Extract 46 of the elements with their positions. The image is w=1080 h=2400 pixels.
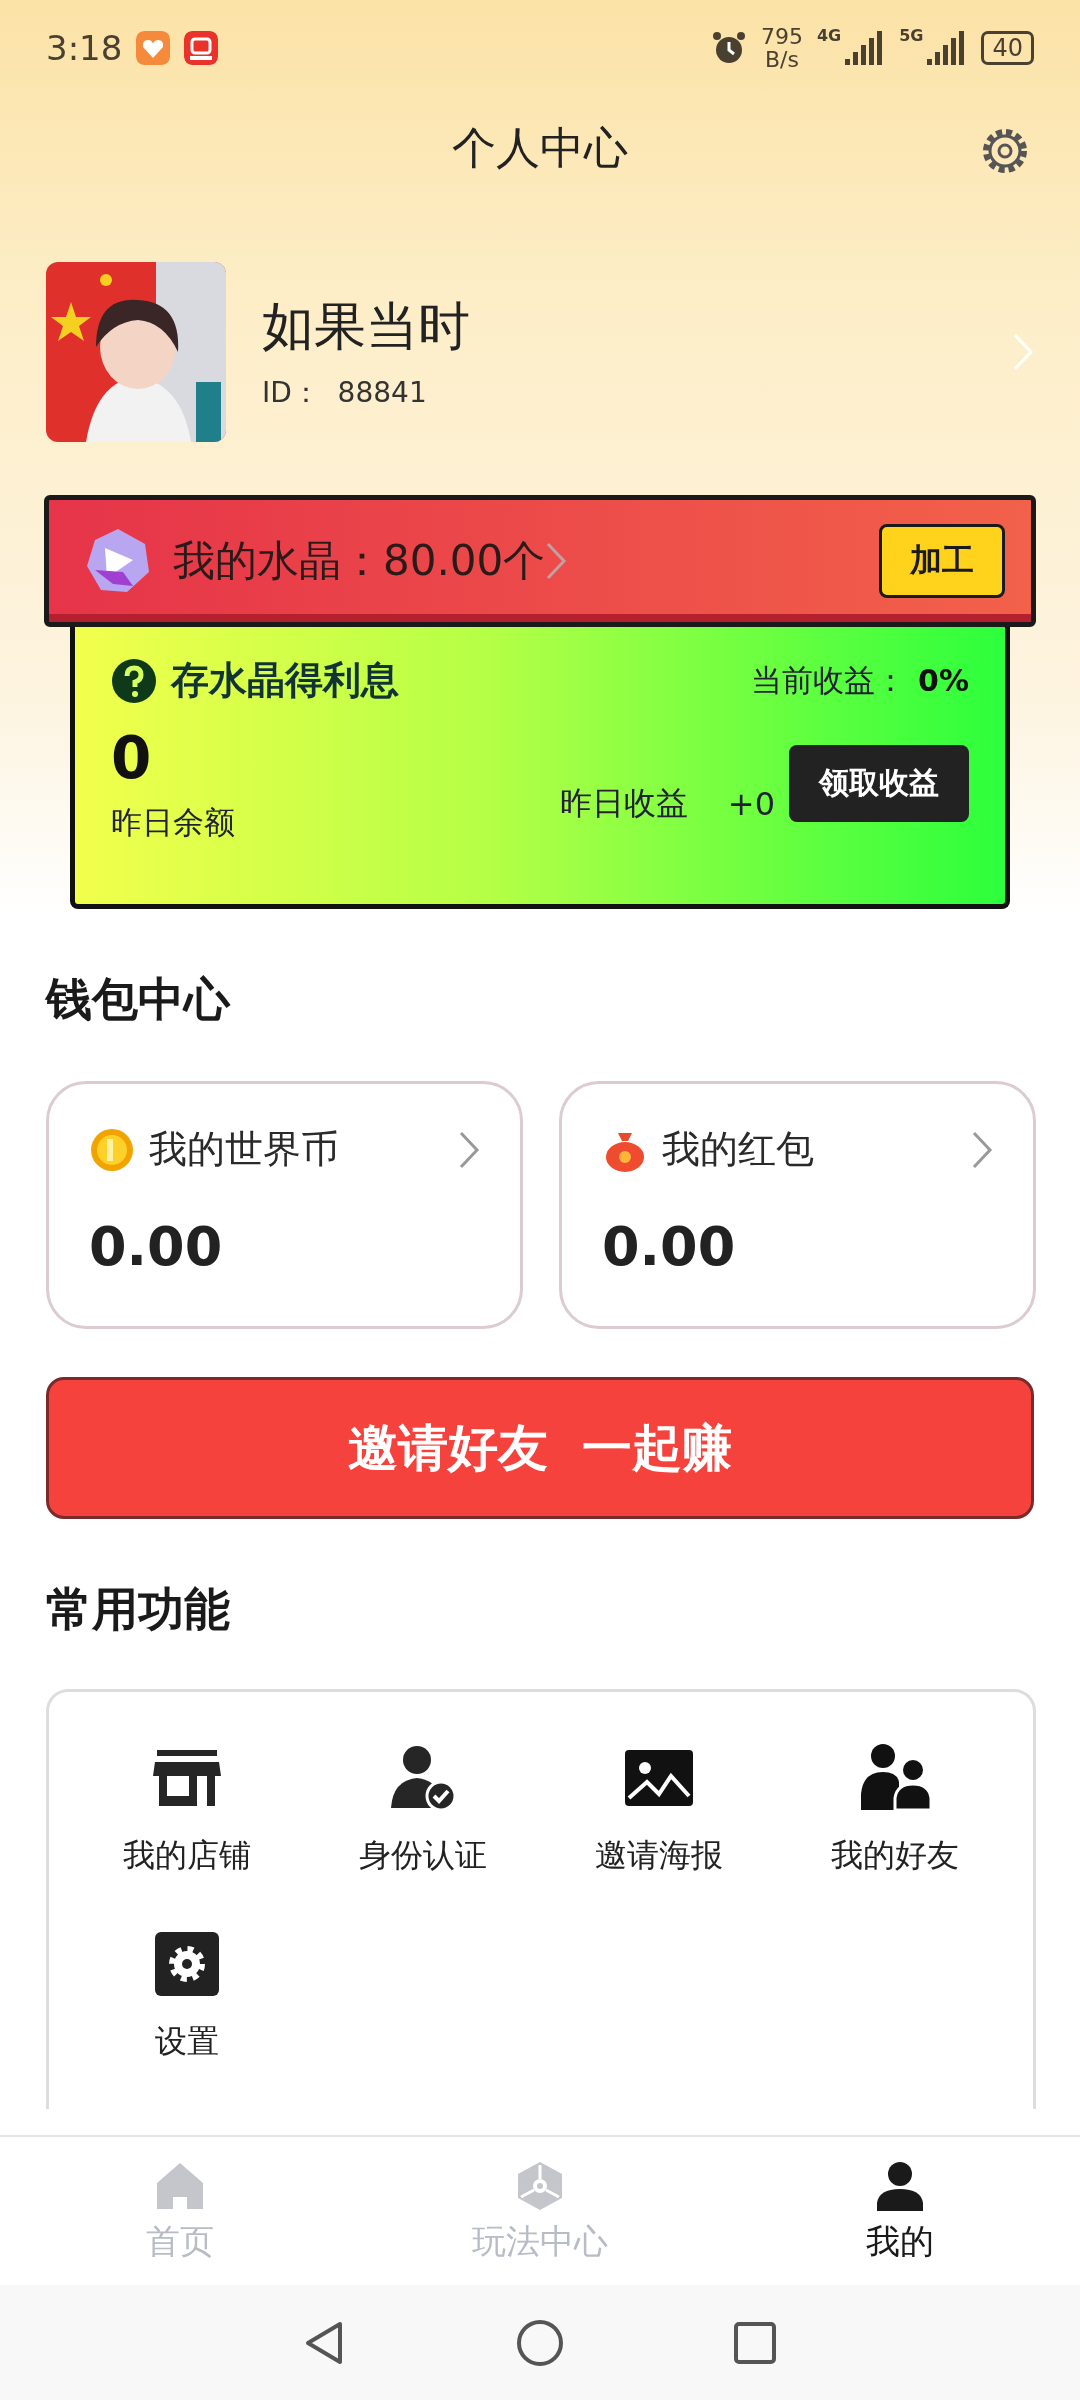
crystal-balance: 我的水晶：80.00个 — [173, 535, 546, 587]
settings-icon[interactable] — [980, 126, 1030, 176]
battery-level: 40 — [981, 31, 1034, 65]
network-speed: 795 — [760, 24, 803, 48]
page-title: 个人中心 — [452, 120, 628, 175]
network-type: 5G — [899, 26, 924, 45]
function-item[interactable]: 身份认证 — [305, 1742, 541, 1878]
help-icon[interactable] — [111, 657, 157, 704]
alarm-icon — [710, 30, 747, 66]
status-time: 3:18 — [46, 28, 123, 68]
function-item[interactable]: 邀请海报 — [541, 1742, 777, 1878]
user-id: ID： 88841 — [262, 375, 428, 411]
section-title: 常用功能 — [46, 1581, 231, 1638]
wallet-amount: 0.00 — [602, 1215, 737, 1278]
function-item[interactable]: 设置 — [69, 1928, 305, 2064]
balance-label: 昨日余额 — [111, 803, 235, 842]
home-circle-icon[interactable] — [515, 2317, 565, 2368]
current-yield-label: 当前收益： — [751, 660, 907, 700]
chevron-right-icon — [1012, 332, 1034, 372]
tab[interactable]: 我的 — [720, 2137, 1080, 2287]
function-item[interactable]: 我的好友 — [777, 1742, 1013, 1878]
yesterday-yield-label: 昨日收益 — [559, 783, 688, 824]
wallet-card[interactable]: 我的世界币 0.00 — [46, 1081, 523, 1329]
balance-value: 0 — [111, 724, 153, 792]
wallet-amount: 0.00 — [89, 1215, 224, 1278]
heart-app-icon — [136, 31, 171, 65]
claim-button[interactable]: 领取收益 — [789, 745, 969, 822]
wallet-card[interactable]: 我的红包 0.00 — [559, 1081, 1036, 1329]
crystal-banner[interactable]: 我的水晶：80.00个 加工 — [44, 495, 1036, 627]
chevron-right-icon — [458, 1129, 480, 1170]
chevron-right-icon — [971, 1129, 993, 1170]
invite-button[interactable]: 邀请好友 一起赚 — [46, 1377, 1034, 1519]
coin-icon — [89, 1126, 135, 1173]
yesterday-yield-value: +0 — [727, 785, 775, 823]
chevron-right-icon — [545, 541, 568, 581]
section-title: 钱包中心 — [46, 971, 232, 1028]
wallet-label: 我的世界币 — [149, 1126, 339, 1173]
interest-title: 存水晶得利息 — [171, 657, 399, 704]
shopping-app-icon — [184, 31, 219, 65]
process-button[interactable]: 加工 — [879, 524, 1005, 598]
network-type: 4G — [816, 26, 842, 45]
network-speed-unit: B/s — [764, 48, 799, 72]
wallet-label: 我的红包 — [662, 1126, 814, 1173]
function-item[interactable]: 我的店铺 — [69, 1742, 305, 1878]
user-name: 如果当时 — [262, 295, 471, 358]
current-yield-value: 0% — [918, 663, 969, 698]
